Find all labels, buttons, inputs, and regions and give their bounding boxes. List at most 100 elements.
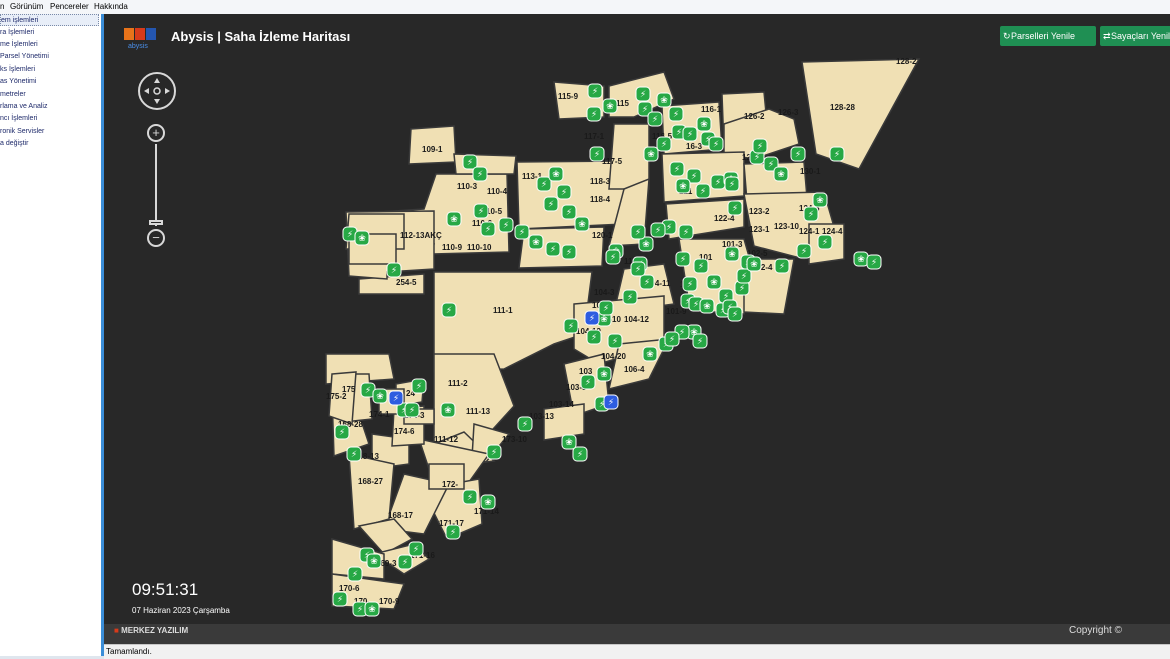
menu-item-file[interactable]: n (0, 2, 4, 11)
meter-marker[interactable]: ❀ (364, 601, 380, 617)
sidebar-item-electronic-services[interactable]: ronik Servisler (0, 126, 99, 138)
meter-marker[interactable]: ⚡ (669, 161, 685, 177)
meter-marker[interactable]: ⚡ (708, 136, 724, 152)
sidebar-item-6[interactable]: metreler (0, 89, 99, 101)
zoom-out-button[interactable]: − (147, 229, 165, 247)
meter-marker[interactable]: ⚡ (556, 184, 572, 200)
meter-marker[interactable]: ❀ (480, 494, 496, 510)
meter-marker[interactable]: ❀ (656, 92, 672, 108)
meter-marker[interactable]: ❀ (440, 402, 456, 418)
meter-marker[interactable]: ⚡ (480, 221, 496, 237)
meter-marker-alert[interactable]: ⚡ (603, 394, 619, 410)
meter-marker[interactable]: ⚡ (545, 241, 561, 257)
meter-marker[interactable]: ❀ (642, 346, 658, 362)
meter-marker[interactable]: ⚡ (334, 424, 350, 440)
meter-marker[interactable]: ❀ (596, 366, 612, 382)
meter-marker[interactable]: ⚡ (462, 489, 478, 505)
meter-marker[interactable]: ❀ (746, 256, 762, 272)
meter-marker[interactable]: ❀ (773, 166, 789, 182)
meter-marker[interactable]: ⚡ (866, 254, 882, 270)
meter-marker[interactable]: ❀ (602, 98, 618, 114)
meter-marker[interactable]: ⚡ (561, 204, 577, 220)
meter-marker[interactable]: ⚡ (586, 106, 602, 122)
meter-marker[interactable]: ⚡ (473, 203, 489, 219)
sidebar-item-2[interactable]: me İşlemleri (0, 39, 99, 51)
meter-marker[interactable]: ⚡ (386, 262, 402, 278)
meter-marker[interactable]: ⚡ (622, 289, 638, 305)
meter-marker[interactable]: ❀ (548, 166, 564, 182)
meter-marker[interactable]: ❀ (446, 211, 462, 227)
meter-marker[interactable]: ⚡ (803, 206, 819, 222)
meter-marker[interactable]: ⚡ (724, 176, 740, 192)
meter-marker[interactable]: ⚡ (727, 200, 743, 216)
meter-marker[interactable]: ⚡ (710, 174, 726, 190)
menu-item-about[interactable]: Hakkında (94, 2, 128, 11)
meter-marker[interactable]: ❀ (574, 216, 590, 232)
meter-marker[interactable]: ❀ (853, 251, 869, 267)
meter-marker[interactable]: ⚡ (598, 300, 614, 316)
meter-marker[interactable]: ⚡ (682, 276, 698, 292)
sidebar-item-5[interactable]: as Yönetimi (0, 76, 99, 88)
meter-marker[interactable]: ⚡ (605, 249, 621, 265)
sidebar-item-8[interactable]: ncı İşlemleri (0, 113, 99, 125)
meter-marker[interactable]: ⚡ (486, 444, 502, 460)
meter-marker[interactable]: ⚡ (397, 554, 413, 570)
meter-marker[interactable]: ⚡ (774, 258, 790, 274)
sidebar-item-1[interactable]: ra İşlemleri (0, 27, 99, 39)
meter-marker[interactable]: ⚡ (572, 446, 588, 462)
sidebar-item-parcel-management[interactable]: Parsel Yönetimi (0, 51, 99, 63)
meter-marker[interactable]: ⚡ (727, 306, 743, 322)
meter-marker[interactable]: ⚡ (411, 378, 427, 394)
zoom-in-button[interactable]: + (147, 124, 165, 142)
meter-marker[interactable]: ❀ (696, 116, 712, 132)
meter-marker[interactable]: ❀ (643, 146, 659, 162)
meter-marker[interactable]: ⚡ (536, 176, 552, 192)
meter-marker[interactable]: ⚡ (563, 318, 579, 334)
meter-marker[interactable]: ⚡ (346, 446, 362, 462)
meter-marker[interactable]: ⚡ (695, 183, 711, 199)
meter-marker[interactable]: ⚡ (517, 416, 533, 432)
meter-marker[interactable]: ⚡ (441, 302, 457, 318)
pan-control[interactable] (138, 72, 176, 110)
meter-marker[interactable]: ⚡ (692, 333, 708, 349)
meter-marker[interactable]: ⚡ (790, 146, 806, 162)
parcel-map[interactable]: 109-1 112-13AKÇ 254-5 111-1 111-2 111-13… (104, 14, 1170, 624)
meter-marker[interactable]: ⚡ (647, 111, 663, 127)
menu-item-windows[interactable]: Pencereler (50, 2, 89, 11)
meter-marker[interactable]: ⚡ (752, 138, 768, 154)
meter-marker[interactable]: ❀ (561, 434, 577, 450)
meter-marker[interactable]: ❀ (706, 274, 722, 290)
zoom-slider-track[interactable] (155, 144, 157, 226)
zoom-slider-handle[interactable] (149, 220, 163, 225)
meter-marker[interactable]: ⚡ (668, 106, 684, 122)
meter-marker[interactable]: ⚡ (462, 154, 478, 170)
meter-marker[interactable]: ⚡ (347, 566, 363, 582)
meter-marker[interactable]: ⚡ (817, 234, 833, 250)
meter-marker[interactable]: ⚡ (445, 524, 461, 540)
meter-marker[interactable]: ❀ (724, 246, 740, 262)
refresh-counters-button[interactable]: ⇄ Sayaçları Yenile (1100, 26, 1170, 46)
meter-marker[interactable]: ⚡ (639, 274, 655, 290)
refresh-parcels-button[interactable]: ↻ Parselleri Yenile (1000, 26, 1096, 46)
meter-marker[interactable]: ⚡ (332, 591, 348, 607)
meter-marker[interactable]: ⚡ (829, 146, 845, 162)
meter-marker[interactable]: ❀ (812, 192, 828, 208)
meter-marker[interactable]: ⚡ (514, 224, 530, 240)
meter-marker[interactable]: ⚡ (656, 136, 672, 152)
meter-marker-alert[interactable]: ⚡ (388, 390, 404, 406)
meter-marker[interactable]: ⚡ (678, 224, 694, 240)
meter-marker[interactable]: ⚡ (635, 86, 651, 102)
meter-marker[interactable]: ⚡ (682, 126, 698, 142)
meter-marker[interactable]: ⚡ (630, 224, 646, 240)
meter-marker[interactable]: ❀ (366, 553, 382, 569)
sidebar-item-4[interactable]: ks İşlemleri (0, 64, 99, 76)
meter-marker[interactable]: ❀ (372, 388, 388, 404)
sidebar-item-0[interactable]: em işlemleri (0, 14, 99, 26)
meter-marker[interactable]: ⚡ (580, 374, 596, 390)
meter-marker[interactable]: ❀ (354, 230, 370, 246)
menu-item-view[interactable]: Görünüm (10, 2, 43, 11)
meter-marker[interactable]: ⚡ (587, 83, 603, 99)
meter-marker[interactable]: ⚡ (736, 268, 752, 284)
sidebar-item-10[interactable]: a değiştir (0, 138, 99, 150)
meter-marker[interactable]: ⚡ (404, 402, 420, 418)
